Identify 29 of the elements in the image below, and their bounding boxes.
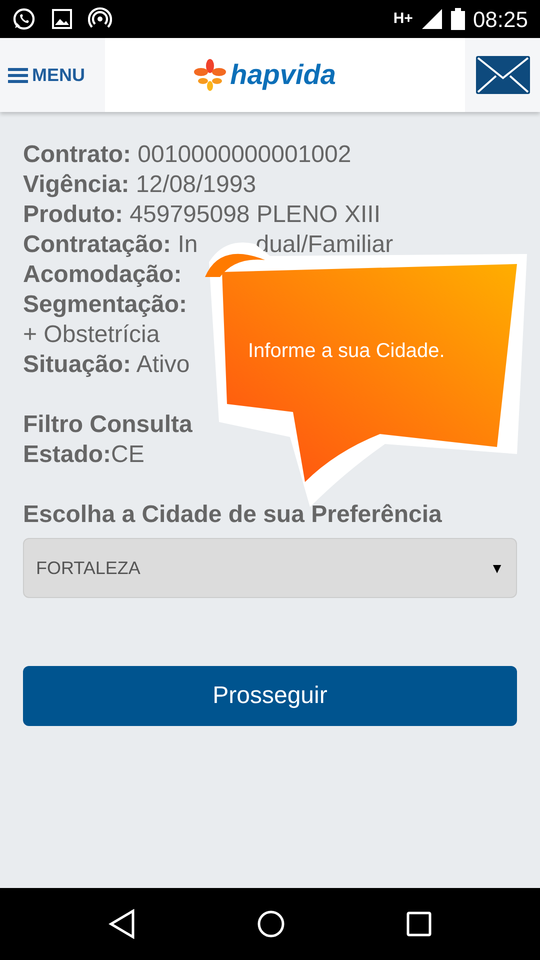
mail-button[interactable] [465, 38, 540, 112]
envelope-icon [476, 56, 530, 94]
field-line: + Obstetrícia [23, 320, 160, 350]
field-line: Situação: Ativo [23, 350, 190, 380]
filter-title: Filtro Consulta [23, 411, 192, 438]
field-line: Vigência: 12/08/1993 [23, 170, 256, 200]
logo-text: hapvida [230, 58, 336, 92]
field-line: Produto: 459795098 PLENO XIII [23, 200, 380, 230]
chat-icon [12, 7, 36, 31]
tooltip-text: Informe a sua Cidade. [248, 339, 445, 364]
network-type: H+ [393, 8, 413, 29]
recents-icon[interactable] [406, 911, 432, 937]
menu-icon [8, 67, 28, 83]
field-line: Acomodação: [23, 260, 182, 290]
image-icon [52, 9, 72, 29]
flower-icon [194, 59, 226, 91]
signal-icon [420, 8, 443, 30]
proceed-button[interactable]: Prosseguir [23, 666, 517, 726]
clock: 08:25 [472, 6, 528, 34]
home-icon[interactable] [256, 910, 285, 938]
back-icon[interactable] [108, 909, 136, 939]
state-line: Estado:CE [23, 440, 146, 470]
field-line: Contrato: 0010000000001002 [23, 140, 352, 170]
field-line: Segmentação: [23, 290, 188, 320]
menu-button[interactable]: MENU [0, 38, 105, 112]
battery-icon [450, 8, 465, 30]
city-label: Escolha a Cidade de sua Preferência [23, 500, 443, 530]
city-select[interactable]: FORTALEZA ▼ [23, 538, 517, 598]
field-line: Contratação: In dual/Familiar [23, 230, 394, 260]
